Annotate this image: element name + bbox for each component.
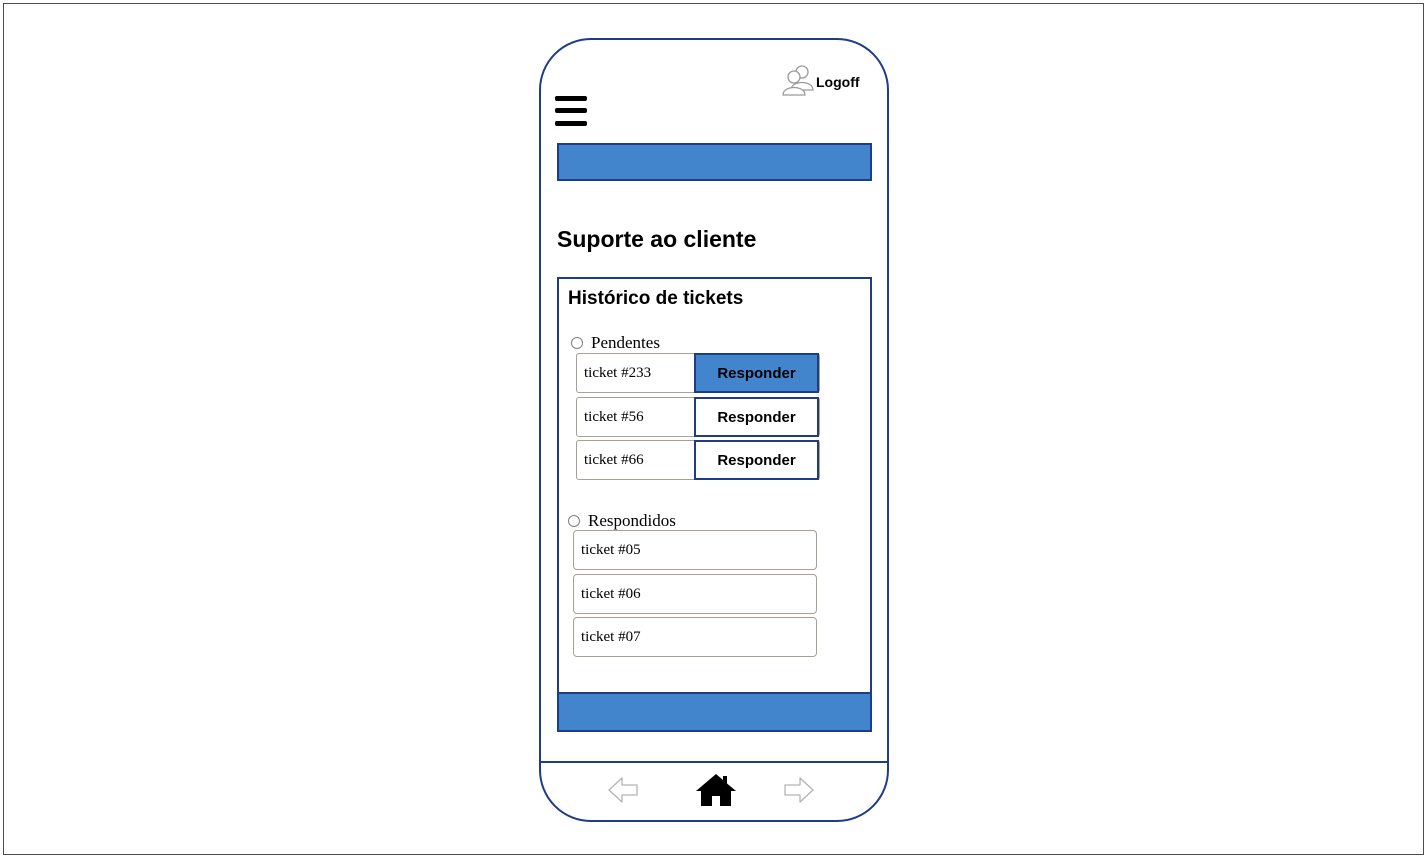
- ticket-history-title: Histórico de tickets: [568, 288, 744, 309]
- arrow-right-icon[interactable]: [782, 775, 816, 805]
- nav-divider: [541, 761, 887, 763]
- radio-button[interactable]: [568, 515, 580, 527]
- hamburger-menu-icon[interactable]: [555, 94, 587, 130]
- bottom-banner: [557, 692, 872, 732]
- home-icon[interactable]: [695, 772, 737, 808]
- ticket-label: ticket #66: [584, 452, 644, 468]
- pending-ticket-row: ticket #233 Responder: [576, 353, 820, 393]
- answered-label: Respondidos: [588, 511, 676, 530]
- pending-ticket-row: ticket #56 Responder: [576, 397, 820, 437]
- pending-ticket-row: ticket #66 Responder: [576, 440, 820, 480]
- respond-button[interactable]: Responder: [694, 353, 819, 393]
- user-group-icon: [781, 64, 815, 101]
- answered-ticket-row[interactable]: ticket #06: [573, 574, 817, 614]
- radio-button[interactable]: [571, 337, 583, 349]
- ticket-label: ticket #07: [581, 629, 641, 645]
- ticket-label: ticket #56: [584, 409, 644, 425]
- logoff-label: Logoff: [816, 74, 860, 90]
- ticket-label: ticket #06: [581, 586, 641, 602]
- logoff-button[interactable]: Logoff: [781, 64, 860, 101]
- ticket-label: ticket #05: [581, 542, 641, 558]
- answered-ticket-row[interactable]: ticket #07: [573, 617, 817, 657]
- top-banner: [557, 143, 872, 181]
- answered-ticket-row[interactable]: ticket #05: [573, 530, 817, 570]
- pending-radio[interactable]: Pendentes: [571, 333, 660, 353]
- pending-label: Pendentes: [591, 333, 660, 352]
- answered-radio[interactable]: Respondidos: [568, 511, 676, 531]
- ticket-label: ticket #233: [584, 365, 652, 381]
- respond-button[interactable]: Responder: [694, 397, 819, 437]
- arrow-left-icon[interactable]: [606, 775, 640, 805]
- page-title: Suporte ao cliente: [557, 226, 757, 252]
- respond-button[interactable]: Responder: [694, 440, 819, 480]
